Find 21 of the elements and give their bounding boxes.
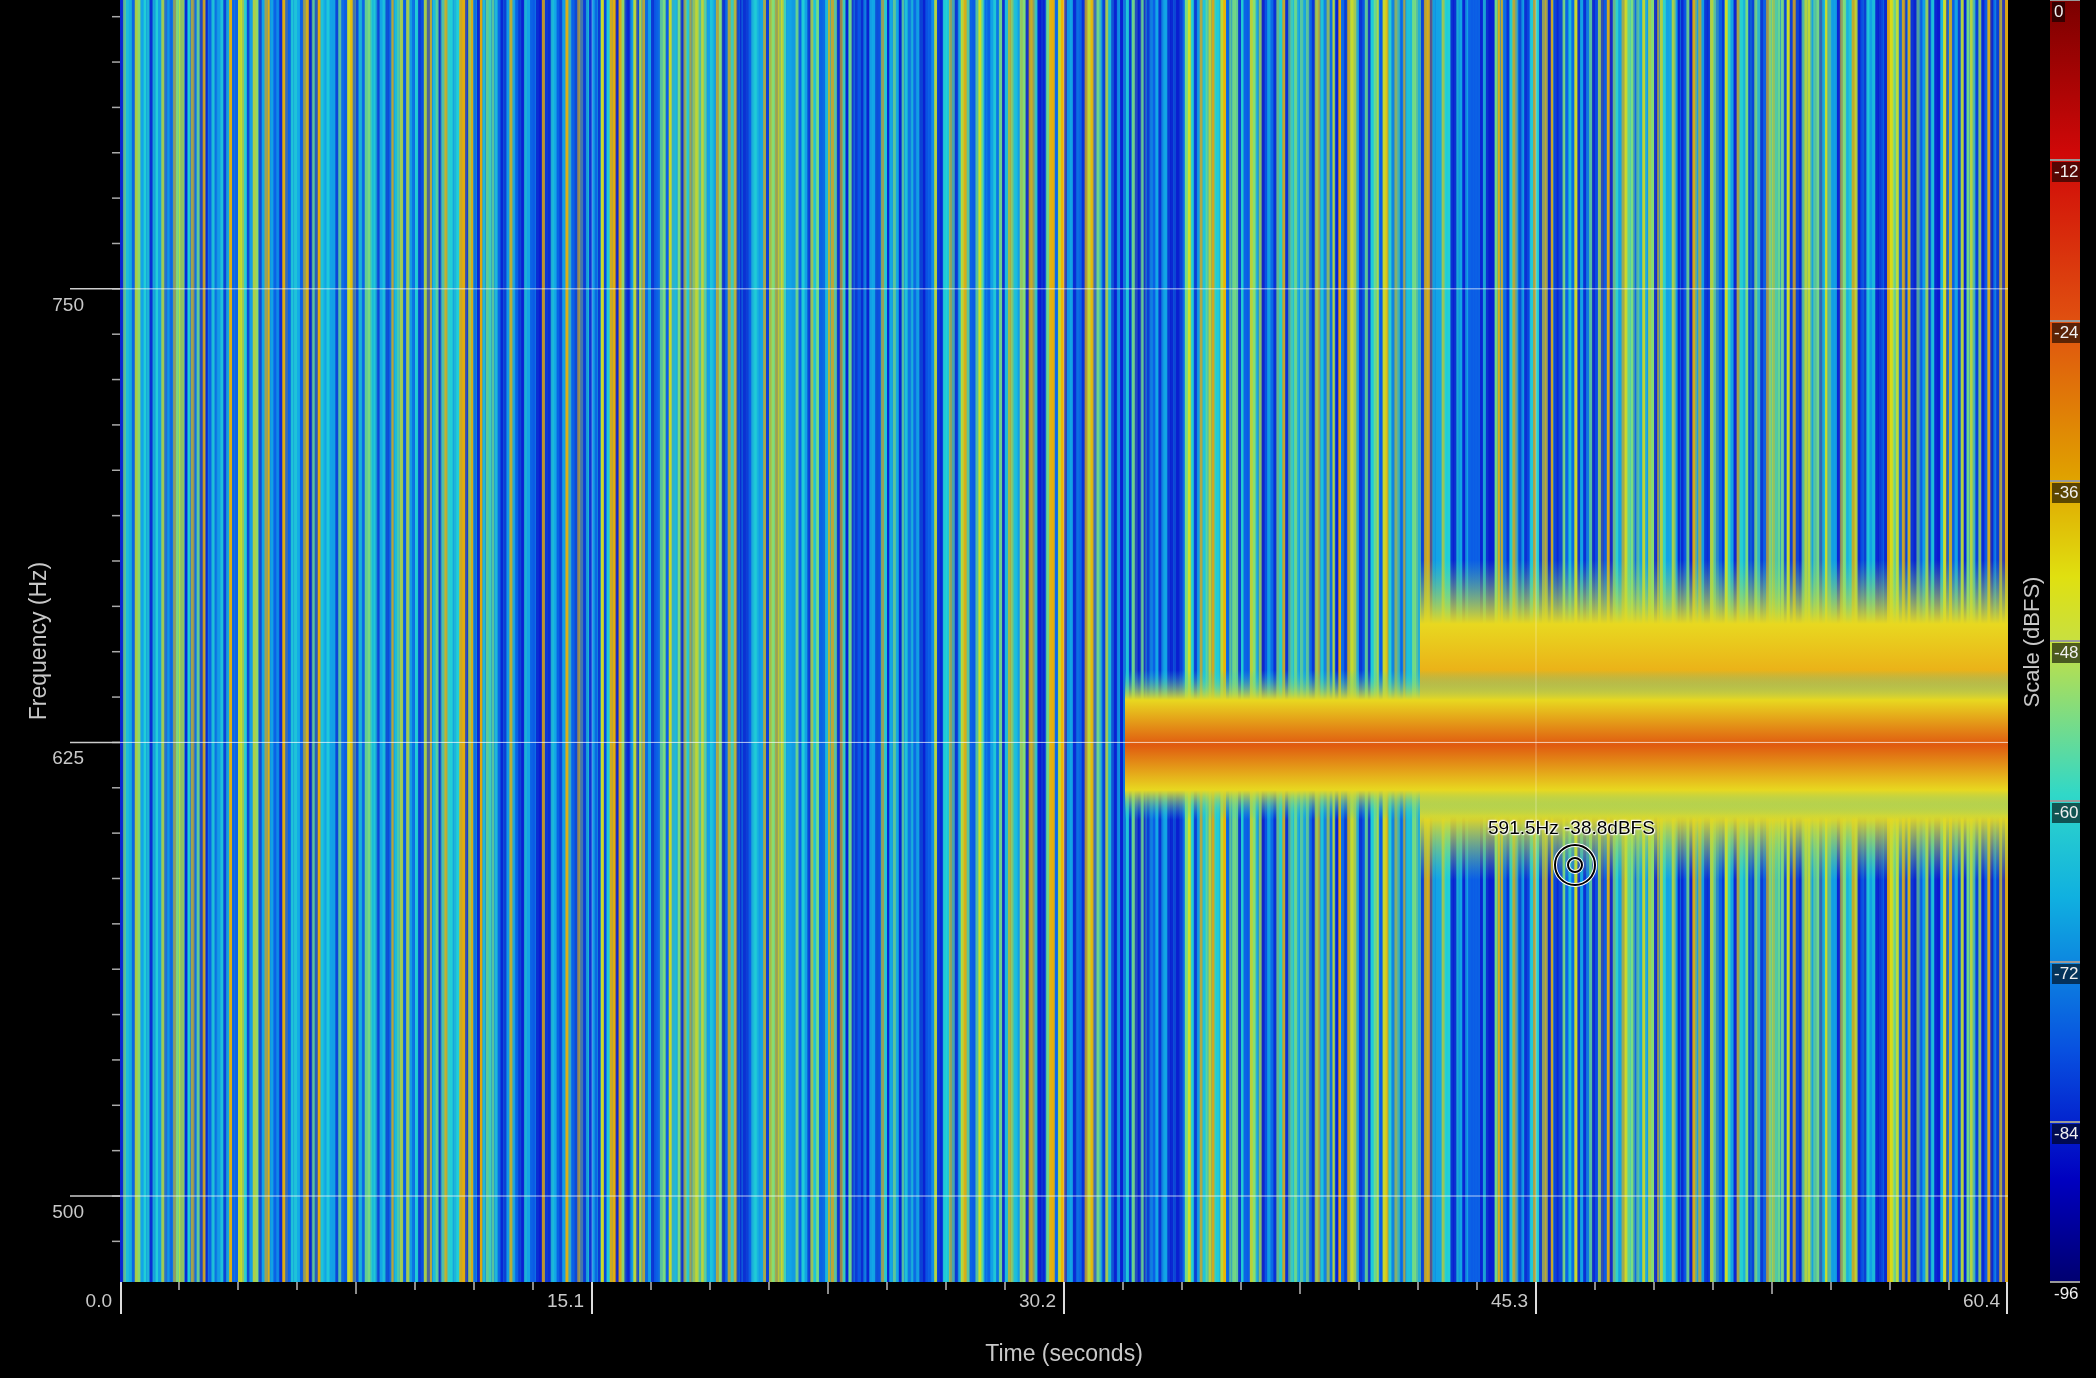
scale-tick-label: -48	[2052, 643, 2081, 663]
x-axis-title: Time (seconds)	[985, 1340, 1143, 1367]
x-tick-label: 30.2	[1019, 1290, 1056, 1312]
x-tick-label: 0.0	[85, 1290, 112, 1312]
scale-tick-label: -24	[2052, 322, 2081, 343]
y-tick-label: 750	[52, 293, 84, 316]
cursor-readout: 591.5Hz -38.8dBFS	[1488, 817, 1655, 839]
y-tick-label: 500	[52, 1201, 84, 1223]
y-tick-label: 625	[52, 747, 84, 770]
x-tick-label: 60.4	[1963, 1290, 2000, 1312]
scale-tick-label: -60	[2052, 803, 2081, 824]
x-tick-label: 15.1	[547, 1290, 584, 1312]
scale-tick-label: 0	[2052, 2, 2066, 22]
target-marker-icon[interactable]	[1553, 843, 1597, 887]
y-axis-title: Frequency (Hz)	[24, 561, 52, 721]
scale-tick-label: -72	[2052, 963, 2081, 984]
color-scale-title: Scale (dBFS)	[2019, 576, 2045, 708]
scale-tick-label: -12	[2052, 162, 2081, 183]
x-tick-label: 45.3	[1491, 1290, 1528, 1312]
scale-tick-label: -36	[2052, 482, 2081, 503]
scale-tick-label: -84	[2052, 1123, 2081, 1144]
